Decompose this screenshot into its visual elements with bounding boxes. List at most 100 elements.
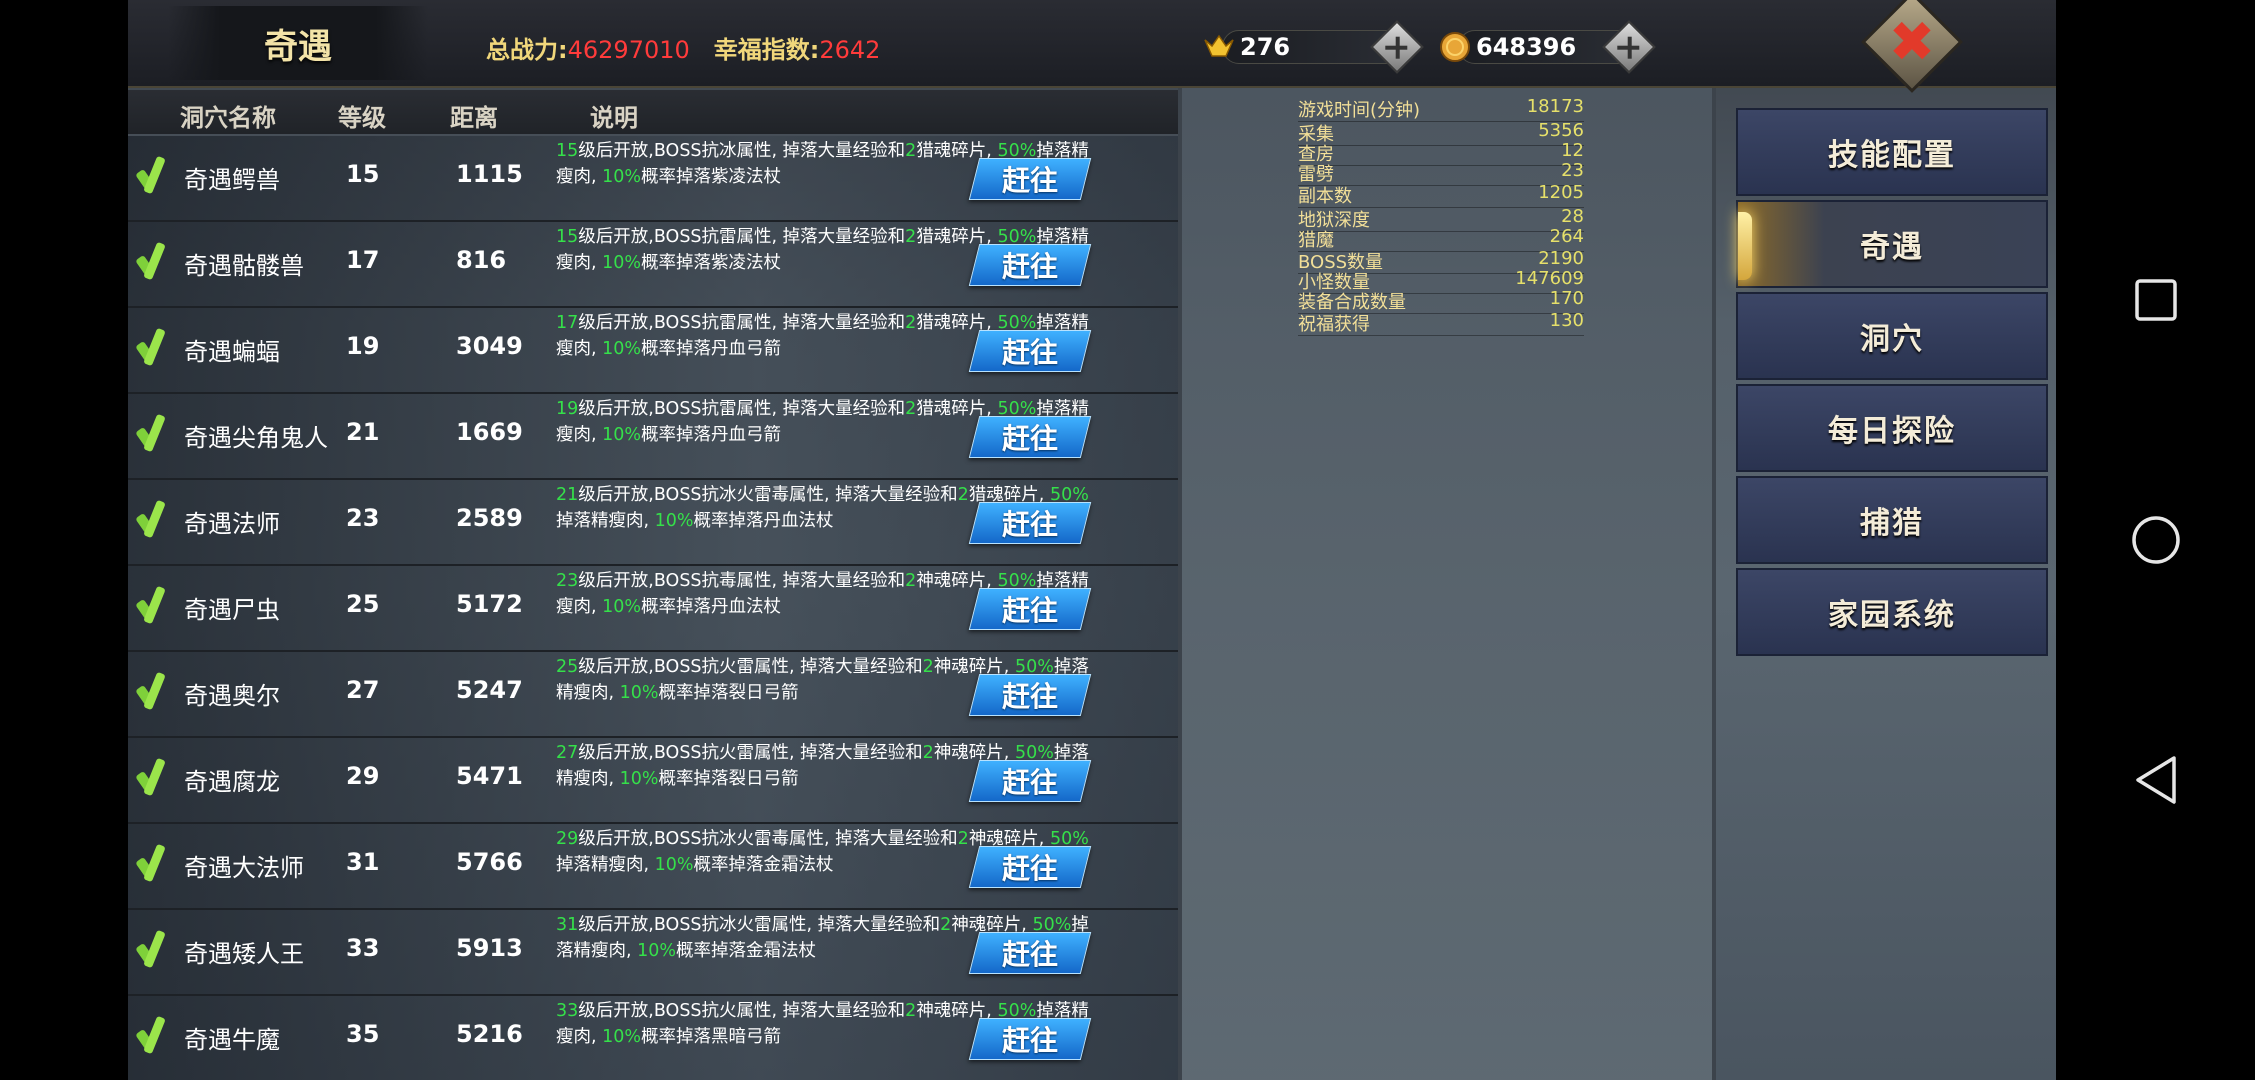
table-row: 奇遇牛魔 35 5216 33级后开放,BOSS抗火属性, 掉落大量经验和2神魂… (128, 996, 1178, 1080)
description-text: 概率掉落裂日弓箭 (658, 769, 799, 789)
highlight-value: 2 (957, 829, 969, 849)
goto-button[interactable]: 赶往 (968, 846, 1092, 888)
stat-label: 副本数 (1298, 186, 1352, 207)
goto-button[interactable]: 赶往 (968, 244, 1092, 286)
checkmark-icon (138, 500, 168, 540)
highlight-value: 19 (556, 399, 579, 419)
highlight-value: 31 (556, 915, 579, 935)
description-text: 级后开放,BOSS抗雷属性, 掉落大量经验和 (578, 313, 906, 333)
add-coin-button[interactable] (1602, 20, 1656, 74)
description-text: 级后开放,BOSS抗火雷属性, 掉落大量经验和 (578, 657, 923, 677)
highlight-value: 33 (556, 1001, 579, 1021)
goto-button[interactable]: 赶往 (968, 1018, 1092, 1060)
highlight-value: 2 (905, 227, 917, 247)
menu-item[interactable]: 奇遇 (1736, 200, 2048, 288)
triangle-back-icon (2136, 756, 2176, 804)
checkmark-icon (138, 328, 168, 368)
highlight-value: 27 (556, 743, 579, 763)
table-row: 奇遇腐龙 29 5471 27级后开放,BOSS抗火雷属性, 掉落大量经验和2神… (128, 738, 1178, 824)
description-text: 概率掉落黑暗弓箭 (641, 1027, 782, 1047)
stat-value: 170 (1549, 288, 1584, 309)
menu-item-label: 家园系统 (1828, 598, 1956, 633)
close-button[interactable]: ✖ (1861, 0, 1963, 93)
description-text: 级后开放,BOSS抗雷属性, 掉落大量经验和 (578, 227, 906, 247)
checkmark-icon (138, 156, 168, 196)
highlight-value: 10% (602, 597, 642, 617)
cave-level: 23 (346, 504, 380, 532)
description-text: 概率掉落紫凌法杖 (641, 253, 782, 273)
highlight-value: 2 (905, 571, 917, 591)
goto-label: 赶往 (1001, 508, 1058, 541)
column-header-description: 说明 (590, 104, 638, 132)
highlight-value: 10% (637, 941, 677, 961)
cave-distance: 5216 (456, 1020, 523, 1048)
highlight-value: 2 (905, 313, 917, 333)
add-ingot-button[interactable] (1370, 20, 1424, 74)
cave-level: 19 (346, 332, 380, 360)
goto-button[interactable]: 赶往 (968, 416, 1092, 458)
cave-distance: 5247 (456, 676, 523, 704)
cave-level: 29 (346, 762, 380, 790)
table-row: 奇遇尖角鬼人 21 1669 19级后开放,BOSS抗雷属性, 掉落大量经验和2… (128, 394, 1178, 480)
menu-item[interactable]: 每日探险 (1736, 384, 2048, 472)
menu-item[interactable]: 捕猎 (1736, 476, 2048, 564)
goto-button[interactable]: 赶往 (968, 502, 1092, 544)
goto-button[interactable]: 赶往 (968, 760, 1092, 802)
cave-distance: 5766 (456, 848, 523, 876)
cave-level: 27 (346, 676, 380, 704)
stat-row: 游戏时间(分钟) 18173 (1298, 96, 1584, 122)
menu-item-label: 奇遇 (1860, 230, 1924, 265)
description-text: 级后开放,BOSS抗雷属性, 掉落大量经验和 (578, 399, 906, 419)
highlight-value: 2 (905, 141, 917, 161)
highlight-value: 10% (619, 769, 659, 789)
cave-level: 25 (346, 590, 380, 618)
goto-button[interactable]: 赶往 (968, 588, 1092, 630)
cave-level: 17 (346, 246, 380, 274)
goto-label: 赶往 (1001, 164, 1058, 197)
stat-value: 23 (1561, 160, 1584, 181)
checkmark-icon (138, 1016, 168, 1056)
description-text: 概率掉落丹血法杖 (693, 511, 834, 531)
cave-distance: 1115 (456, 160, 523, 188)
goto-button[interactable]: 赶往 (968, 330, 1092, 372)
android-nav-bar (2056, 0, 2255, 1080)
back-button[interactable] (2076, 730, 2236, 830)
highlight-value: 10% (602, 425, 642, 445)
coin-counter: 648396 (1438, 28, 1648, 66)
highlight-value: 25 (556, 657, 579, 677)
goto-button[interactable]: 赶往 (968, 158, 1092, 200)
checkmark-icon (138, 758, 168, 798)
highlight-value: 2 (905, 399, 917, 419)
home-button[interactable] (2076, 490, 2236, 590)
statistics-panel: 游戏时间(分钟) 18173 采集 5356 查房 12 雷劈 23 副本数 1205 地狱深度 28… (1178, 88, 1716, 1080)
checkmark-icon (138, 930, 168, 970)
cave-level: 35 (346, 1020, 380, 1048)
menu-item[interactable]: 洞穴 (1736, 292, 2048, 380)
menu-item-label: 每日探险 (1828, 414, 1956, 449)
goto-button[interactable]: 赶往 (968, 932, 1092, 974)
highlight-value: 23 (556, 571, 579, 591)
square-icon (2135, 279, 2177, 321)
description-text: 概率掉落丹血弓箭 (641, 425, 782, 445)
highlight-value: 29 (556, 829, 579, 849)
highlight-value: 10% (654, 511, 694, 531)
stat-value: 264 (1549, 226, 1584, 247)
table-row: 奇遇骷髅兽 17 816 15级后开放,BOSS抗雷属性, 掉落大量经验和2猎魂… (128, 222, 1178, 308)
goto-label: 赶往 (1001, 852, 1058, 885)
stat-value: 5356 (1538, 120, 1584, 141)
menu-item[interactable]: 技能配置 (1736, 108, 2048, 196)
table-row: 奇遇法师 23 2589 21级后开放,BOSS抗冰火雷毒属性, 掉落大量经验和… (128, 480, 1178, 566)
menu-item[interactable]: 家园系统 (1736, 568, 2048, 656)
checkmark-icon (138, 414, 168, 454)
close-icon: ✖ (1888, 9, 1936, 75)
recent-apps-button[interactable] (2076, 250, 2236, 350)
cave-level: 31 (346, 848, 380, 876)
cave-level: 15 (346, 160, 380, 188)
checkmark-icon (138, 586, 168, 626)
power-value: 46297010 (567, 36, 690, 64)
goto-label: 赶往 (1001, 1024, 1058, 1057)
checkmark-icon (138, 242, 168, 282)
cave-distance: 3049 (456, 332, 523, 360)
description-text: 掉落精瘦肉, (556, 511, 655, 531)
goto-button[interactable]: 赶往 (968, 674, 1092, 716)
